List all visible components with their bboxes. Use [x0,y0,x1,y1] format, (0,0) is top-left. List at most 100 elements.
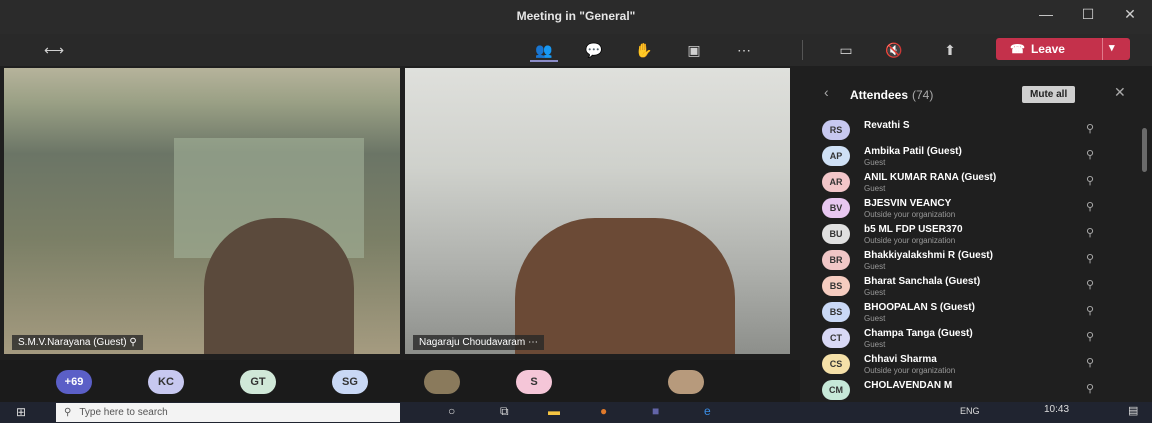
maximize-button[interactable]: ☐ [1074,6,1102,23]
attendee-name: CHOLAVENDAN M [864,380,953,391]
participant-avatar[interactable]: GT [240,370,276,394]
rooms-icon[interactable]: ▣ [680,40,708,60]
attendee-subtitle: Guest [864,158,886,167]
close-icon[interactable]: ✕ [1114,84,1126,101]
move-icon[interactable]: ⟷ [40,40,68,60]
participant-avatar[interactable]: S [516,370,552,394]
attendee-subtitle: Guest [864,314,886,323]
attendee-name: Ambika Patil (Guest) [864,146,962,157]
task-view-icon[interactable]: ⧉ [500,404,509,419]
attendee-row[interactable]: AR ANIL KUMAR RANA (Guest) Guest ⚲ [806,168,1152,196]
scrollbar[interactable] [1142,128,1147,172]
cortana-icon[interactable]: ○ [448,404,455,418]
attendee-row[interactable]: BU b5 ML FDP USER370 Outside your organiza… [806,220,1152,248]
mute-all-button[interactable]: Mute all [1022,86,1076,103]
attendee-avatar: BS [822,276,850,296]
windows-start-icon[interactable]: ⊞ [16,405,26,419]
video-tile-2[interactable]: Nagaraju Choudavaram ⋯ [405,68,790,354]
attendee-row[interactable]: BR Bhakkiyalakshmi R (Guest) Guest ⚲ [806,246,1152,274]
attendee-subtitle: Outside your organization [864,366,956,375]
attendee-subtitle: Guest [864,262,886,271]
leave-split-divider [1102,38,1103,60]
participant-name: Nagaraju Choudavaram [419,337,526,348]
search-placeholder: Type here to search [79,407,168,418]
taskbar: ⊞ ⚲ Type here to search ○ ⧉ ▬ ● ■ e ENG … [0,402,1152,423]
mic-off-icon[interactable]: ⚲ [1086,382,1094,395]
attendee-count: (74) [912,88,934,102]
attendee-avatar: CS [822,354,850,374]
back-icon[interactable]: ‹ [824,84,829,100]
mic-off-icon[interactable]: ⚲ [1086,330,1094,343]
minimize-button[interactable]: — [1032,6,1060,22]
more-participants-count[interactable]: +69 [56,370,92,394]
reactions-icon[interactable]: ✋ [630,40,658,60]
attendee-name: Chhavi Sharma [864,354,937,365]
panel-title: Attendees (74) [850,88,934,102]
attendee-avatar: AP [822,146,850,166]
attendee-avatar: CT [822,328,850,348]
participant-avatar[interactable]: SG [332,370,368,394]
attendee-name: Bhakkiyalakshmi R (Guest) [864,250,993,261]
taskbar-search-input[interactable]: ⚲ Type here to search [56,403,400,422]
attendee-row[interactable]: CS Chhavi Sharma Outside your organization… [806,350,1152,378]
attendee-row[interactable]: RS Revathi S ⚲ [806,116,1152,144]
mic-muted-icon[interactable]: 🔇 [880,40,908,60]
attendee-name: Champa Tanga (Guest) [864,328,973,339]
mic-off-icon[interactable]: ⚲ [1086,148,1094,161]
leave-button[interactable]: ☎ Leave ▾ [996,38,1130,60]
participant-name: S.M.V.Narayana (Guest) [18,337,127,348]
teams-icon[interactable]: ■ [652,404,659,418]
clock-time[interactable]: 10:43 [1044,404,1069,415]
participant-avatar-photo[interactable] [668,370,704,394]
notifications-icon[interactable]: ▤ [1128,404,1138,417]
mic-off-icon[interactable]: ⚲ [1086,122,1094,135]
attendee-list: RS Revathi S ⚲ AP Ambika Patil (Guest) Guest ⚲… [806,116,1152,402]
attendee-avatar: AR [822,172,850,192]
more-options-icon[interactable]: ⋯ [528,337,538,348]
attendee-row[interactable]: BV BJESVIN VEANCY Outside your organizatio… [806,194,1152,222]
attendee-avatar: CM [822,380,850,400]
chevron-down-icon[interactable]: ▾ [1109,41,1115,54]
attendee-row[interactable]: CM CHOLAVENDAN M ⚲ [806,376,1152,402]
app-icon[interactable]: ● [600,404,607,418]
person-silhouette [515,218,735,354]
mic-off-icon[interactable]: ⚲ [1086,278,1094,291]
video-tile-1[interactable]: S.M.V.Narayana (Guest) ⚲ [4,68,400,354]
attendee-name: b5 ML FDP USER370 [864,224,963,235]
share-screen-icon[interactable]: ⬆ [936,40,964,60]
mic-off-icon[interactable]: ⚲ [1086,200,1094,213]
attendees-panel: ‹ Attendees (74) Mute all ✕ RS Revathi S ⚲ A… [806,68,1152,402]
chat-icon[interactable]: 💬 [580,40,608,60]
attendee-row[interactable]: CT Champa Tanga (Guest) Guest ⚲ [806,324,1152,352]
attendee-subtitle: Guest [864,340,886,349]
camera-off-icon[interactable]: ▭ [832,40,860,60]
language-indicator[interactable]: ENG [960,406,980,416]
mic-off-icon[interactable]: ⚲ [1086,356,1094,369]
more-actions-icon[interactable]: ⋯ [730,40,758,60]
attendee-avatar: BS [822,302,850,322]
attendee-row[interactable]: BS Bharat Sanchala (Guest) Guest ⚲ [806,272,1152,300]
participants-icon[interactable]: 👥 [530,40,558,62]
attendee-name: ANIL KUMAR RANA (Guest) [864,172,997,183]
attendee-name: BHOOPALAN S (Guest) [864,302,975,313]
attendee-avatar: BR [822,250,850,270]
participant-avatar-photo[interactable] [424,370,460,394]
attendee-name: Bharat Sanchala (Guest) [864,276,981,287]
mic-off-icon[interactable]: ⚲ [1086,226,1094,239]
attendee-row[interactable]: BS BHOOPALAN S (Guest) Guest ⚲ [806,298,1152,326]
mic-off-icon[interactable]: ⚲ [1086,304,1094,317]
mic-off-icon[interactable]: ⚲ [1086,174,1094,187]
edge-icon[interactable]: e [704,404,711,418]
video-name-tag: S.M.V.Narayana (Guest) ⚲ [12,335,143,350]
participant-avatar[interactable]: KC [148,370,184,394]
meeting-toolbar: ⟷ 👥 💬 ✋ ▣ ⋯ ▭ 🔇 ⬆ [0,34,1152,66]
attendee-row[interactable]: AP Ambika Patil (Guest) Guest ⚲ [806,142,1152,170]
file-explorer-icon[interactable]: ▬ [548,404,560,418]
close-button[interactable]: ✕ [1116,6,1144,23]
mic-off-icon: ⚲ [129,337,137,348]
attendee-avatar: BU [822,224,850,244]
title-bar: Meeting in "General" — ☐ ✕ [0,0,1152,34]
attendee-name: Revathi S [864,120,910,131]
mic-off-icon[interactable]: ⚲ [1086,252,1094,265]
phone-hangup-icon: ☎ [1010,42,1025,56]
